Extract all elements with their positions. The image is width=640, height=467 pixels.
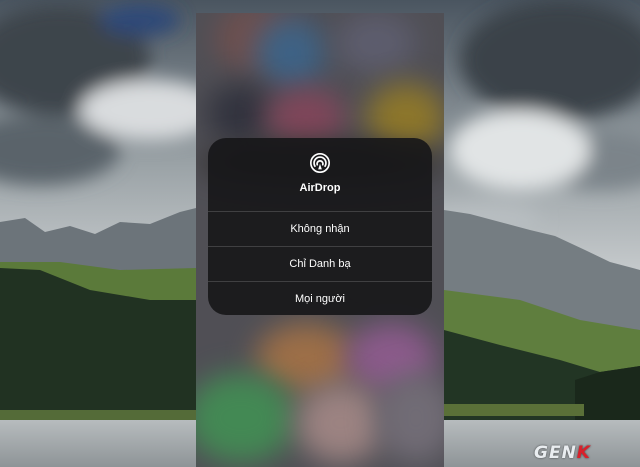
airdrop-icon (310, 153, 330, 173)
logo-text: GENK (534, 443, 591, 463)
genk-watermark-logo: GENK (534, 443, 591, 463)
option-label: Mọi người (294, 293, 346, 305)
option-contacts-only[interactable]: Chỉ Danh bạ (208, 246, 432, 281)
option-receiving-off[interactable]: Không nhận (208, 211, 432, 246)
option-label: Không nhận (290, 223, 350, 235)
airdrop-title: AirDrop (299, 182, 341, 194)
airdrop-menu-header: AirDrop (208, 138, 432, 211)
option-label: Chỉ Danh bạ (289, 258, 351, 270)
airdrop-menu: AirDrop Không nhận Chỉ Danh bạ Mọi người (208, 138, 432, 315)
option-everyone[interactable]: Mọi người (208, 281, 432, 315)
